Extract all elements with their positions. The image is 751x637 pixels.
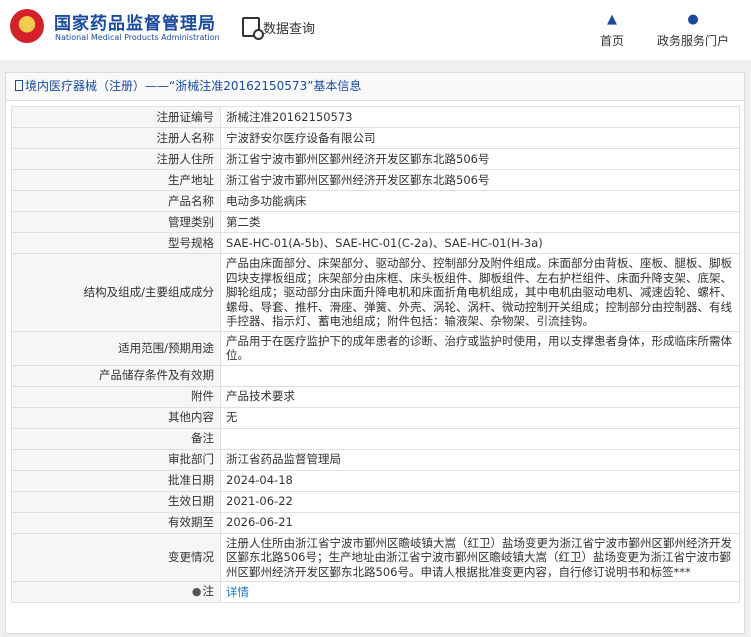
field-value: 产品技术要求 bbox=[220, 385, 740, 408]
field-label: 型号规格 bbox=[11, 232, 221, 254]
field-label: 产品名称 bbox=[11, 190, 221, 212]
field-label: 审批部门 bbox=[11, 448, 221, 471]
field-value: 无 bbox=[220, 406, 740, 429]
field-label: 产品储存条件及有效期 bbox=[11, 364, 221, 387]
field-value bbox=[220, 364, 740, 387]
search-document-icon bbox=[242, 17, 264, 40]
note-label: 注 bbox=[202, 584, 215, 599]
field-label: 备注 bbox=[11, 427, 221, 450]
user-icon: ● bbox=[687, 12, 699, 27]
table-row: 注册人名称 宁波舒安尔医疗设备有限公司 bbox=[11, 127, 740, 149]
field-label: 生产地址 bbox=[11, 169, 221, 191]
field-label: 附件 bbox=[11, 385, 221, 408]
field-value: 浙江省宁波市鄞州区鄞州经济开发区鄞东北路506号 bbox=[220, 169, 740, 191]
site-header: 国家药品监督管理局 National Medical Products Admi… bbox=[0, 0, 751, 60]
field-value bbox=[220, 427, 740, 450]
table-row: 附件 产品技术要求 bbox=[11, 385, 740, 408]
field-value: 产品用于在医疗监护下的成年患者的诊断、治疗或监护时使用，用以支撑患者身体，形成临… bbox=[220, 330, 740, 366]
note-value-cell: 详情 bbox=[220, 581, 740, 603]
site-title[interactable]: 国家药品监督管理局 bbox=[54, 9, 216, 34]
nav-service-portal[interactable]: ● 政务服务门户 bbox=[657, 12, 729, 49]
table-row: 结构及组成/主要组成成分 产品由床面部分、床架部分、驱动部分、控制部分及附件组成。… bbox=[11, 253, 740, 332]
home-icon: ▲ bbox=[607, 12, 617, 27]
note-row: ●注 详情 bbox=[11, 581, 740, 603]
field-value: 浙江省宁波市鄞州区鄞州经济开发区鄞东北路506号 bbox=[220, 148, 740, 170]
field-label: 适用范围/预期用途 bbox=[11, 330, 221, 366]
table-row: 注册人住所 浙江省宁波市鄞州区鄞州经济开发区鄞东北路506号 bbox=[11, 148, 740, 170]
field-label: 生效日期 bbox=[11, 490, 221, 513]
table-row: 备注 bbox=[11, 427, 740, 450]
field-value: 电动多功能病床 bbox=[220, 190, 740, 212]
field-label: 注册人名称 bbox=[11, 127, 221, 149]
breadcrumb-text: 境内医疗器械（注册）——“浙械注准20162150573”基本信息 bbox=[25, 79, 362, 93]
table-row: 有效期至 2026-06-21 bbox=[11, 511, 740, 534]
nav-home-label: 首页 bbox=[600, 34, 625, 48]
breadcrumb: 境内医疗器械（注册）——“浙械注准20162150573”基本信息 bbox=[6, 73, 744, 101]
field-value: 注册人住所由浙江省宁波市鄞州区瞻岐镇大嵩（红卫）盐场变更为浙江省宁波市鄞州区鄞州… bbox=[220, 532, 740, 582]
nav-home[interactable]: ▲ 首页 bbox=[600, 12, 624, 49]
data-query-label: 数据查询 bbox=[263, 21, 316, 37]
field-value: 产品由床面部分、床架部分、驱动部分、控制部分及附件组成。床面部分由背板、座板、腿… bbox=[220, 253, 740, 332]
field-label: 结构及组成/主要组成成分 bbox=[11, 253, 221, 332]
detail-panel: 境内医疗器械（注册）——“浙械注准20162150573”基本信息 注册证编号浙… bbox=[5, 72, 745, 634]
data-query-link[interactable]: 数据查询 bbox=[242, 17, 316, 40]
field-label: 批准日期 bbox=[11, 469, 221, 492]
lightbulb-icon: ● bbox=[191, 585, 202, 599]
table-row: 管理类别 第二类 bbox=[11, 211, 740, 233]
field-value: 第二类 bbox=[220, 211, 740, 233]
device-info-table: 注册证编号 浙械注准20162150573 注册人名称 宁波舒安尔医疗设备有限公司 注册… bbox=[11, 106, 740, 603]
table-row: 其他内容无 bbox=[11, 406, 740, 429]
field-label: 其他内容 bbox=[11, 406, 221, 429]
field-label: 变更情况 bbox=[11, 532, 221, 582]
field-label: 有效期至 bbox=[11, 511, 221, 534]
field-value: 浙械注准20162150573 bbox=[220, 106, 740, 128]
table-row: 批准日期 2024-04-18 bbox=[11, 469, 740, 492]
document-icon bbox=[15, 80, 23, 91]
site-subtitle: National Medical Products Administration bbox=[55, 33, 220, 42]
field-label: 注册证编号 bbox=[11, 106, 221, 128]
field-value: 2026-06-21 bbox=[220, 511, 740, 534]
note-label-cell: ●注 bbox=[11, 581, 221, 603]
field-value: SAE-HC-01(A-5b)、SAE-HC-01(C-2a)、SAE-HC-0… bbox=[220, 232, 740, 254]
table-row: 适用范围/预期用途 产品用于在医疗监护下的成年患者的诊断、治疗或监护时使用，用以支… bbox=[11, 330, 740, 366]
content-area: 境内医疗器械（注册）——“浙械注准20162150573”基本信息 注册证编号浙… bbox=[0, 60, 751, 637]
table-row: 产品名称 电动多功能病床 bbox=[11, 190, 740, 212]
field-value: 浙江省药品监督管理局 bbox=[220, 448, 740, 471]
table-row: 生产地址 浙江省宁波市鄞州区鄞州经济开发区鄞东北路506号 bbox=[11, 169, 740, 191]
table-row: 生效日期 2021-06-22 bbox=[11, 490, 740, 513]
table-row: 变更情况 注册人住所由浙江省宁波市鄞州区瞻岐镇大嵩（红卫）盐场变更为浙江省宁波市鄞… bbox=[11, 532, 740, 582]
details-link[interactable]: 详情 bbox=[226, 585, 249, 599]
table-row: 审批部门 浙江省药品监督管理局 bbox=[11, 448, 740, 471]
field-value: 2024-04-18 bbox=[220, 469, 740, 492]
table-row: 注册证编号 浙械注准20162150573 bbox=[11, 106, 740, 128]
table-row: 产品储存条件及有效期 bbox=[11, 364, 740, 387]
table-row: 型号规格 SAE-HC-01(A-5b)、SAE-HC-01(C-2a)、SAE-… bbox=[11, 232, 740, 254]
nav-service-label: 政务服务门户 bbox=[657, 34, 730, 48]
emblem-logo[interactable] bbox=[10, 9, 44, 43]
field-label: 注册人住所 bbox=[11, 148, 221, 170]
field-value: 宁波舒安尔医疗设备有限公司 bbox=[220, 127, 740, 149]
field-value: 2021-06-22 bbox=[220, 490, 740, 513]
field-label: 管理类别 bbox=[11, 211, 221, 233]
